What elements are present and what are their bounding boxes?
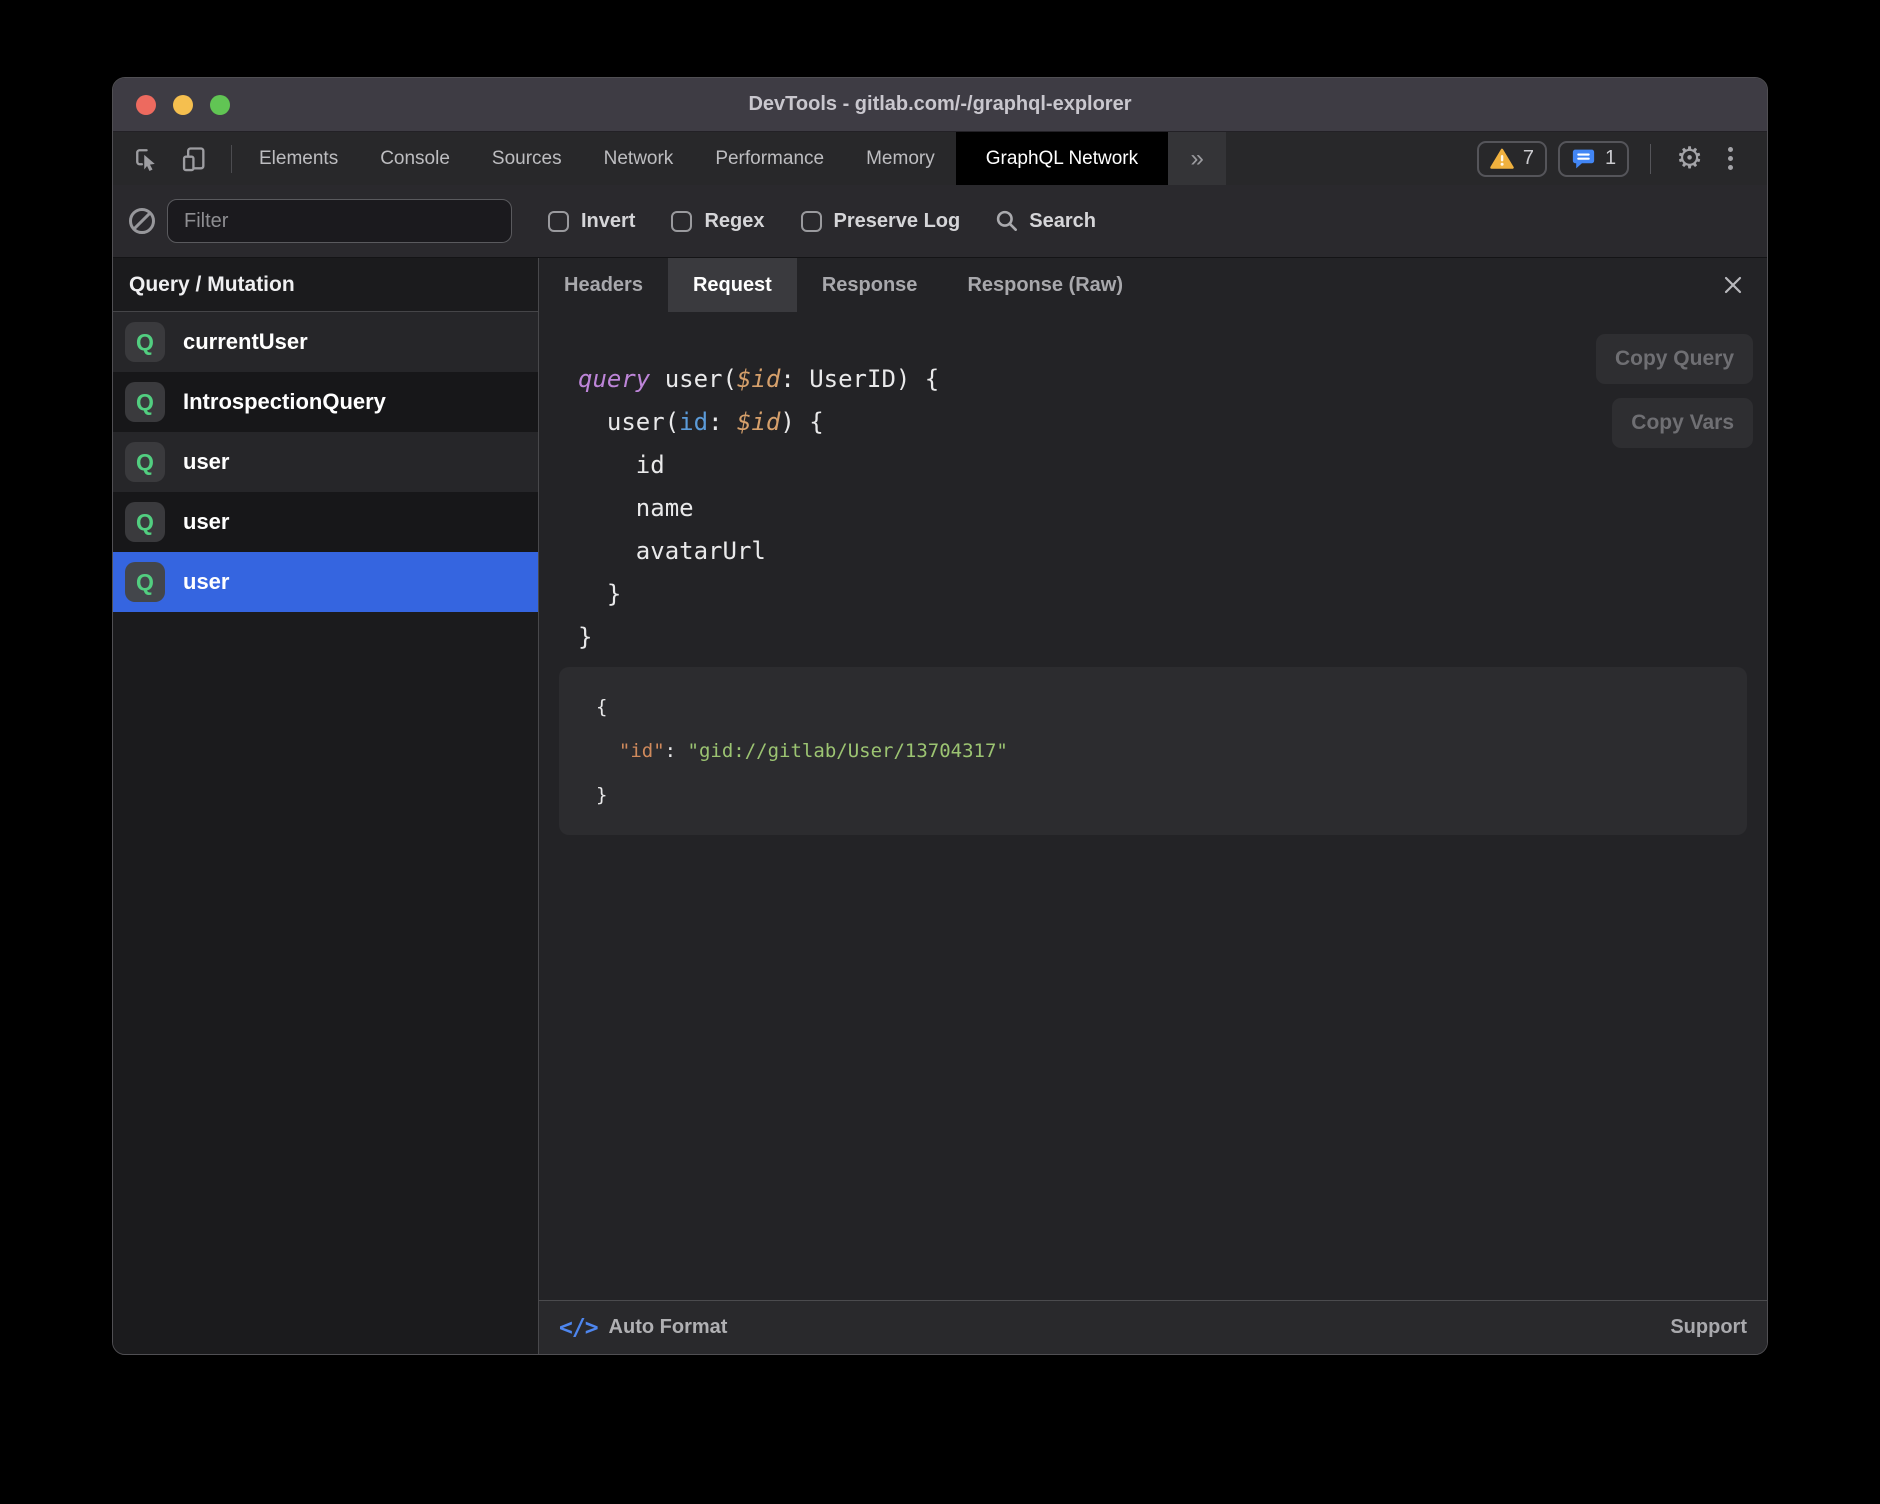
copy-vars-button[interactable]: Copy Vars: [1612, 398, 1753, 448]
devtools-tabbar: ElementsConsoleSourcesNetworkPerformance…: [113, 132, 1767, 185]
search-label: Search: [1029, 210, 1096, 233]
main-split: Query / Mutation QcurrentUserQIntrospect…: [113, 258, 1767, 1354]
tab-elements[interactable]: Elements: [238, 132, 359, 185]
filter-toolbar: Invert Regex Preserve Log Search: [113, 185, 1767, 258]
detail-tab-response-raw[interactable]: Response (Raw): [942, 258, 1148, 312]
query-item-user[interactable]: Quser: [113, 432, 538, 492]
detail-tabs: HeadersRequestResponseResponse (Raw): [539, 258, 1767, 312]
devtools-tool-icons: [113, 132, 238, 185]
query-item-user[interactable]: Quser: [113, 552, 538, 612]
close-icon: [1722, 274, 1744, 296]
request-detail-body: Copy Query Copy Vars query user($id: Use…: [539, 312, 1767, 1300]
message-count: 1: [1605, 147, 1616, 170]
close-detail-button[interactable]: [1713, 258, 1753, 312]
regex-checkbox-group: Regex: [671, 210, 764, 233]
more-tabs-button[interactable]: »: [1168, 132, 1226, 185]
query-sidebar: Query / Mutation QcurrentUserQIntrospect…: [113, 258, 539, 1354]
filter-input[interactable]: [167, 199, 512, 243]
invert-checkbox-group: Invert: [548, 210, 635, 233]
toolbar-divider: [231, 145, 232, 173]
query-item-user[interactable]: Quser: [113, 492, 538, 552]
query-type-badge: Q: [125, 382, 165, 422]
copy-buttons: Copy Query Copy Vars: [1596, 334, 1753, 448]
query-type-badge: Q: [125, 502, 165, 542]
search-icon: [994, 208, 1020, 234]
detail-footer: </> Auto Format Support: [539, 1300, 1767, 1354]
graphql-query-code: query user($id: UserID) { user(id: $id) …: [578, 358, 1747, 659]
query-name: currentUser: [183, 329, 308, 355]
traffic-lights: [113, 95, 230, 115]
minimize-window-button[interactable]: [173, 95, 193, 115]
query-item-currentuser[interactable]: QcurrentUser: [113, 312, 538, 372]
more-options-icon[interactable]: [1718, 147, 1743, 170]
sidebar-header: Query / Mutation: [113, 258, 538, 312]
fullscreen-window-button[interactable]: [210, 95, 230, 115]
issues-warning-badge[interactable]: 7: [1477, 141, 1547, 177]
query-name: user: [183, 569, 229, 595]
auto-format-label: Auto Format: [609, 1316, 728, 1339]
tab-console[interactable]: Console: [359, 132, 471, 185]
copy-query-button[interactable]: Copy Query: [1596, 334, 1753, 384]
device-toolbar-icon[interactable]: [177, 142, 211, 176]
devtools-window: DevTools - gitlab.com/-/graphql-explorer: [112, 77, 1768, 1355]
support-link[interactable]: Support: [1670, 1316, 1747, 1339]
query-type-badge: Q: [125, 442, 165, 482]
detail-tab-headers[interactable]: Headers: [539, 258, 668, 312]
tab-graphql-network[interactable]: GraphQL Network: [956, 132, 1168, 185]
settings-gear-icon[interactable]: ⚙: [1672, 144, 1707, 174]
regex-label: Regex: [704, 210, 764, 233]
query-type-badge: Q: [125, 322, 165, 362]
query-item-introspectionquery[interactable]: Q IntrospectionQuery: [113, 372, 538, 432]
tab-sources[interactable]: Sources: [471, 132, 583, 185]
desktop-background: DevTools - gitlab.com/-/graphql-explorer: [0, 0, 1880, 1504]
invert-label: Invert: [581, 210, 635, 233]
query-name: user: [183, 509, 229, 535]
tabbar-spacer: [1226, 132, 1477, 185]
query-name: user: [183, 449, 229, 475]
devtools-tabs: ElementsConsoleSourcesNetworkPerformance…: [238, 132, 1168, 185]
invert-checkbox[interactable]: [548, 211, 569, 232]
tab-memory[interactable]: Memory: [845, 132, 956, 185]
query-name: IntrospectionQuery: [183, 389, 386, 415]
detail-tabs-list: HeadersRequestResponseResponse (Raw): [539, 258, 1148, 312]
preserve-log-checkbox[interactable]: [801, 211, 822, 232]
close-window-button[interactable]: [136, 95, 156, 115]
chat-bubble-icon: [1571, 147, 1596, 170]
clear-block-icon[interactable]: [129, 208, 155, 234]
detail-tab-response[interactable]: Response: [797, 258, 943, 312]
status-group: 7 1 ⚙: [1477, 132, 1767, 185]
tab-performance[interactable]: Performance: [694, 132, 845, 185]
warning-count: 7: [1523, 147, 1534, 170]
messages-badge[interactable]: 1: [1558, 141, 1629, 177]
window-title: DevTools - gitlab.com/-/graphql-explorer: [113, 93, 1767, 116]
detail-panel: HeadersRequestResponseResponse (Raw) Cop…: [539, 258, 1767, 1354]
inspect-element-icon[interactable]: [129, 142, 163, 176]
status-divider: [1650, 144, 1651, 174]
detail-tab-request[interactable]: Request: [668, 258, 797, 312]
preserve-log-checkbox-group: Preserve Log: [801, 210, 961, 233]
warning-triangle-icon: [1490, 148, 1514, 170]
preserve-log-label: Preserve Log: [834, 210, 961, 233]
search-control[interactable]: Search: [994, 208, 1096, 234]
code-brackets-icon: </>: [559, 1315, 598, 1341]
query-type-badge: Q: [125, 562, 165, 602]
query-list: QcurrentUserQIntrospectionQueryQuserQuse…: [113, 312, 538, 612]
query-variables-box: { "id": "gid://gitlab/User/13704317"}: [559, 667, 1747, 835]
auto-format-button[interactable]: </> Auto Format: [559, 1315, 727, 1341]
window-titlebar[interactable]: DevTools - gitlab.com/-/graphql-explorer: [113, 78, 1767, 132]
tab-network[interactable]: Network: [583, 132, 695, 185]
regex-checkbox[interactable]: [671, 211, 692, 232]
